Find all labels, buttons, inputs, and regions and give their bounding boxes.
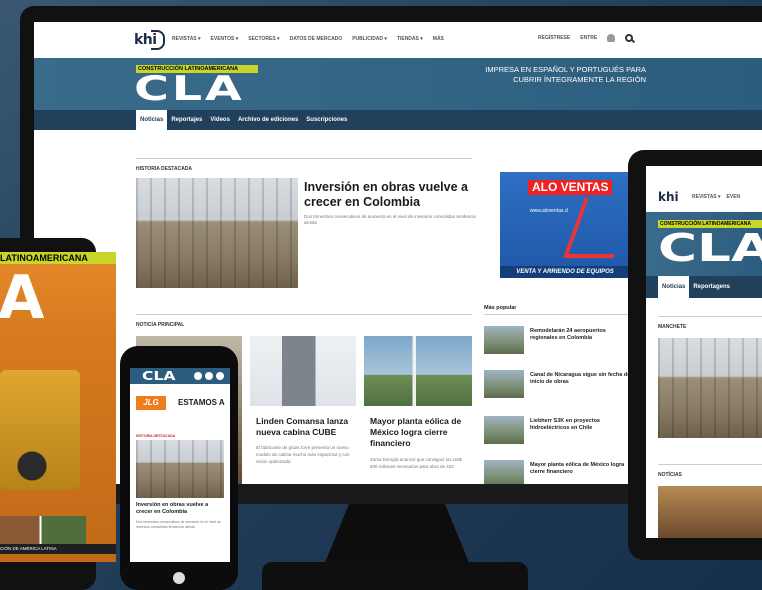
magazine-cover[interactable]: A CIÓN DE AMÉRICA LATINA bbox=[0, 264, 116, 562]
tablet-nav: khi REVISTAS ▾ EVEN bbox=[646, 166, 762, 212]
nav-link-mas[interactable]: MÁS bbox=[433, 36, 444, 42]
tablet-section-nav: Noticias Reportagens bbox=[646, 276, 762, 298]
nav-link-revistas[interactable]: REVISTAS ▾ bbox=[172, 36, 201, 42]
featured-photo[interactable] bbox=[136, 178, 298, 288]
nav-link-publicidad[interactable]: PUBLICIDAD ▾ bbox=[352, 36, 387, 42]
list-item-thumb bbox=[484, 460, 524, 484]
article-body: Zuma Energía anunció que consiguió los U… bbox=[370, 457, 462, 469]
divider bbox=[658, 464, 762, 465]
ad-banner[interactable]: ALO VENTAS www.aloventas.cl VENTA Y ARRI… bbox=[500, 172, 630, 278]
nav-link-sectores[interactable]: SECTORES ▾ bbox=[248, 36, 279, 42]
cla-logo[interactable]: CLA bbox=[658, 228, 762, 268]
phone-ad-text: ESTAMOS A bbox=[178, 398, 225, 407]
article-body: El fabricante de grúas torre presenta un… bbox=[256, 445, 350, 464]
article-photo-wind[interactable] bbox=[364, 336, 472, 406]
tablet-news-photo[interactable] bbox=[658, 486, 762, 538]
tablet-right-screen: khi REVISTAS ▾ EVEN CONSTRUCCIÓN LATINOA… bbox=[646, 166, 762, 538]
divider bbox=[136, 314, 472, 315]
list-item-title: Liebherr S3K en proyectos hidroeléctrico… bbox=[530, 418, 600, 431]
noticias-label: NOTÍCIAS bbox=[658, 472, 682, 478]
magazine-logo: A bbox=[0, 263, 45, 333]
most-popular-heading: Más popular bbox=[484, 305, 517, 311]
divider bbox=[136, 158, 472, 159]
search-icon[interactable] bbox=[625, 34, 634, 42]
menu-icon[interactable] bbox=[216, 372, 224, 380]
list-item[interactable]: Remodelarán 24 aeropuertos regionales en… bbox=[484, 326, 634, 358]
phone-logo[interactable]: CLA bbox=[142, 369, 175, 383]
tab-archivo[interactable]: Archivo de ediciones bbox=[234, 110, 302, 130]
tablet-left: LATINOAMERICANA A CIÓN DE AMÉRICA LATINA bbox=[0, 238, 116, 590]
main-news-label: NOTICIA PRINCIPAL bbox=[136, 322, 185, 328]
site-header: CONSTRUCCIÓN LATINOAMERICANA CLA IMPRESA… bbox=[34, 58, 762, 110]
register-link[interactable]: REGÍSTRESE bbox=[538, 35, 570, 41]
list-item-thumb bbox=[484, 326, 524, 354]
tablet-header: CONSTRUCCIÓN LATINOAMERICANA CLA bbox=[646, 212, 762, 276]
list-item[interactable]: Mayor planta eólica de México logra cier… bbox=[484, 460, 634, 484]
list-item-thumb bbox=[484, 416, 524, 444]
user-icon[interactable] bbox=[194, 372, 202, 380]
nav-link-eventos[interactable]: EVENTOS ▾ bbox=[211, 36, 239, 42]
nav-link-tiendas[interactable]: TIENDAS ▾ bbox=[397, 36, 423, 42]
article-title[interactable]: Mayor planta eólica de México logra cier… bbox=[370, 416, 474, 449]
divider bbox=[658, 316, 762, 317]
tab-reportajes[interactable]: Reportajes bbox=[167, 110, 206, 130]
tablet-left-screen: LATINOAMERICANA A CIÓN DE AMÉRICA LATINA bbox=[0, 252, 116, 562]
ad-title: ALO VENTAS bbox=[528, 180, 613, 195]
monitor-stand-base bbox=[262, 562, 528, 590]
phone-screen: CLA JLG ESTAMOS A HISTORIA DESTACADA Inv… bbox=[130, 368, 230, 562]
tab-videos[interactable]: Videos bbox=[206, 110, 234, 130]
nav-right: REGÍSTRESE ENTRE bbox=[538, 34, 634, 42]
article-photo-cabin[interactable] bbox=[250, 336, 356, 406]
cla-logo[interactable]: CLA bbox=[134, 71, 245, 107]
search-icon[interactable] bbox=[205, 372, 213, 380]
nav-link-eventos[interactable]: EVEN bbox=[727, 194, 741, 200]
khi-logo[interactable]: khi bbox=[134, 30, 165, 50]
nav-link-revistas[interactable]: REVISTAS ▾ bbox=[692, 194, 721, 200]
list-item[interactable]: Canal de Nicaragua sigue sin fecha de in… bbox=[484, 370, 634, 402]
phone-header: CLA bbox=[130, 368, 230, 384]
ad-footer: VENTA Y ARRIENDO DE EQUIPOS bbox=[500, 266, 630, 278]
user-icon[interactable] bbox=[607, 34, 616, 42]
list-item-title: Remodelarán 24 aeropuertos regionales en… bbox=[530, 328, 606, 341]
login-link[interactable]: ENTRE bbox=[580, 35, 597, 41]
list-item-title: Mayor planta eólica de México logra cier… bbox=[530, 462, 625, 475]
tablet-featured-photo[interactable] bbox=[658, 338, 762, 438]
header-tagline: IMPRESA EN ESPAÑOL Y PORTUGUÉS PARA CUBR… bbox=[485, 65, 646, 84]
tab-noticias[interactable]: Noticias bbox=[658, 276, 690, 298]
phone-section-label: HISTORIA DESTACADA bbox=[136, 434, 176, 438]
divider bbox=[484, 314, 634, 315]
featured-body: Dos trimestres consecutivos de aumento e… bbox=[304, 214, 476, 225]
machine-image bbox=[0, 370, 80, 490]
phone-featured-title[interactable]: Inversión en obras vuelve a crecer en Co… bbox=[136, 502, 226, 516]
ad-url: www.aloventas.cl bbox=[530, 208, 569, 214]
jlg-logo: JLG bbox=[136, 396, 166, 410]
tab-noticias[interactable]: Noticias bbox=[136, 110, 168, 130]
nav-links: REVISTAS ▾ EVENTOS ▾ SECTORES ▾ DATOS DE… bbox=[172, 36, 444, 42]
featured-label: HISTORIA DESTACADA bbox=[136, 166, 193, 172]
phone: CLA JLG ESTAMOS A HISTORIA DESTACADA Inv… bbox=[120, 346, 238, 590]
cover-footer: CIÓN DE AMÉRICA LATINA bbox=[0, 544, 116, 554]
khi-logo[interactable]: khi bbox=[658, 190, 679, 204]
list-item-title: Canal de Nicaragua sigue sin fecha de in… bbox=[530, 372, 631, 385]
featured-title[interactable]: Inversión en obras vuelve a crecer en Co… bbox=[304, 180, 480, 210]
phone-ad[interactable]: JLG ESTAMOS A bbox=[130, 392, 230, 414]
tablet-right: khi REVISTAS ▾ EVEN CONSTRUCCIÓN LATINOA… bbox=[628, 150, 762, 560]
lift-graphic bbox=[563, 198, 630, 258]
phone-featured-photo[interactable] bbox=[136, 440, 224, 498]
phone-featured-body: Dos trimestres consecutivos de aumento e… bbox=[136, 520, 221, 529]
list-item-thumb bbox=[484, 370, 524, 398]
section-nav: Noticias Reportajes Videos Archivo de ed… bbox=[34, 110, 762, 130]
home-button[interactable] bbox=[173, 572, 185, 584]
tab-suscripciones[interactable]: Suscripciones bbox=[302, 110, 351, 130]
nav-link-datos[interactable]: DATOS DE MERCADO bbox=[290, 36, 343, 42]
list-item[interactable]: Liebherr S3K en proyectos hidroeléctrico… bbox=[484, 416, 634, 448]
article-title[interactable]: Linden Comansa lanza nueva cabina CUBE bbox=[256, 416, 356, 438]
manchete-label: MANCHETE bbox=[658, 324, 687, 330]
top-nav: khi REVISTAS ▾ EVENTOS ▾ SECTORES ▾ DATO… bbox=[34, 22, 762, 58]
tab-reportagens[interactable]: Reportagens bbox=[689, 276, 734, 298]
